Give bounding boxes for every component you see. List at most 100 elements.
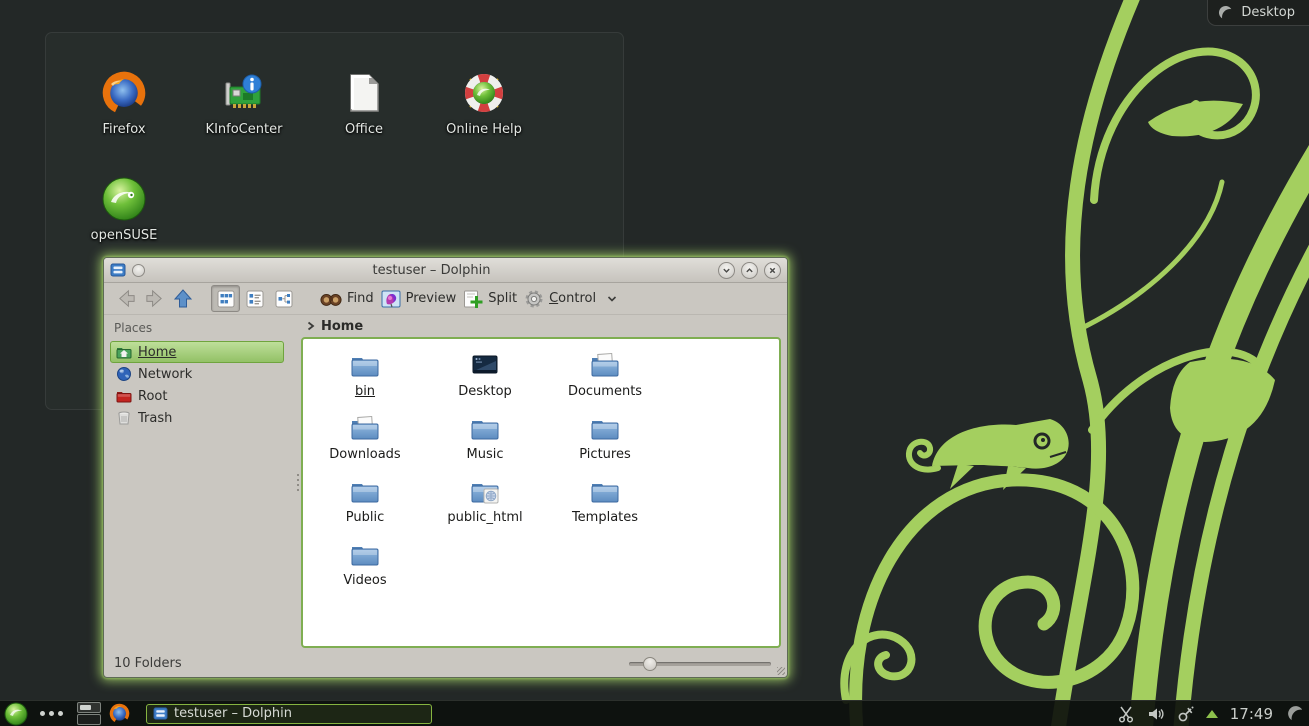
vine-mid-tendril <box>1078 182 1222 330</box>
firefox-launcher[interactable] <box>109 703 130 724</box>
folder-item-desktop[interactable]: Desktop <box>425 347 545 410</box>
desktop-icon-kinfocenter[interactable]: KInfoCenter <box>184 51 304 157</box>
place-item-network[interactable]: Network <box>110 363 284 385</box>
folder-view[interactable]: bin Desktop Documents Downloads Music Pi… <box>301 337 781 648</box>
window-menu-button[interactable] <box>132 264 145 277</box>
close-button[interactable] <box>764 262 781 279</box>
folder-icon <box>589 350 621 382</box>
zoom-slider[interactable] <box>629 657 771 671</box>
preview-label: Preview <box>406 291 457 306</box>
folder-icon <box>349 476 381 508</box>
places-list: Home Network Root Trash <box>108 341 294 429</box>
minimize-button[interactable] <box>718 262 735 279</box>
kickoff-launcher-button[interactable] <box>4 702 28 726</box>
task-label: testuser – Dolphin <box>174 706 292 721</box>
split-button[interactable]: Split <box>463 289 517 309</box>
back-button[interactable] <box>116 288 137 309</box>
desktop-icon-label: openSUSE <box>91 228 158 243</box>
up-button[interactable] <box>172 288 194 310</box>
desktop-icon-online-help[interactable]: Online Help <box>424 51 544 157</box>
split-icon <box>463 289 483 309</box>
pager-desktop-1[interactable] <box>77 702 101 713</box>
place-label: Network <box>138 367 192 382</box>
binoculars-icon <box>320 290 342 308</box>
resize-grip[interactable] <box>777 667 785 675</box>
desktop-icon-opensuse[interactable]: openSUSE <box>64 157 184 263</box>
folder-item-music[interactable]: Music <box>425 410 545 473</box>
dolphin-app-icon <box>110 262 126 278</box>
pager-desktop-2[interactable] <box>77 714 101 725</box>
folder-item-bin[interactable]: bin <box>305 347 425 410</box>
control-button[interactable]: Control <box>524 289 596 309</box>
zoom-slider-handle[interactable] <box>643 657 657 671</box>
folder-icon <box>349 413 381 445</box>
breadcrumb-location[interactable]: Home <box>321 319 363 334</box>
folder-icon <box>349 350 381 382</box>
show-widgets-button[interactable] <box>40 711 63 716</box>
view-mode-group <box>211 285 298 312</box>
place-item-trash[interactable]: Trash <box>110 407 284 429</box>
folder-label: public_html <box>447 510 522 525</box>
app-icon <box>100 69 148 117</box>
folder-label: bin <box>355 384 375 399</box>
cashew-icon <box>1218 5 1233 20</box>
desktop-icon-label: KInfoCenter <box>206 122 283 137</box>
folder-item-public[interactable]: Public <box>305 473 425 536</box>
status-text: 10 Folders <box>114 656 629 671</box>
folder-label: Public <box>346 510 384 525</box>
volume-icon[interactable] <box>1146 704 1166 724</box>
control-label: Control <box>549 291 596 306</box>
forward-button[interactable] <box>144 288 165 309</box>
clipboard-scissors-icon[interactable] <box>1116 704 1136 724</box>
desktop-icon-office[interactable]: Office <box>304 51 424 157</box>
desktop-pager[interactable] <box>77 702 101 725</box>
icons-view-button[interactable] <box>211 285 240 312</box>
desktop-toolbox[interactable]: Desktop <box>1207 0 1309 26</box>
place-item-home[interactable]: Home <box>110 341 284 363</box>
details-view-button[interactable] <box>240 285 269 312</box>
place-label: Home <box>138 345 176 360</box>
app-icon <box>460 69 508 117</box>
preview-button[interactable]: Preview <box>381 289 457 309</box>
dolphin-window: testuser – Dolphin <box>103 257 788 678</box>
place-label: Trash <box>138 411 172 426</box>
main-toolbar: Find Preview Split Control <box>104 283 787 315</box>
taskbar-task-dolphin[interactable]: testuser – Dolphin <box>146 704 432 724</box>
gear-icon <box>524 289 544 309</box>
splitter-grip <box>297 474 299 492</box>
folder-item-public-html[interactable]: public_html <box>425 473 545 536</box>
folder-label: Downloads <box>329 447 400 462</box>
folder-label: Desktop <box>458 384 512 399</box>
titlebar[interactable]: testuser – Dolphin <box>104 258 787 283</box>
folder-label: Music <box>467 447 504 462</box>
desktop-icon-label: Firefox <box>102 122 145 137</box>
panel-cashew-icon[interactable] <box>1285 704 1305 724</box>
folder-label: Templates <box>572 510 638 525</box>
folder-grid: bin Desktop Documents Downloads Music Pi… <box>303 339 779 599</box>
panel-splitter[interactable] <box>294 315 301 650</box>
folder-icon <box>349 539 381 571</box>
desktop-toolbox-label: Desktop <box>1241 5 1295 20</box>
desktop-icon-firefox[interactable]: Firefox <box>64 51 184 157</box>
folder-icon <box>469 413 501 445</box>
status-bar: 10 Folders <box>104 650 787 677</box>
window-title: testuser – Dolphin <box>151 263 712 278</box>
place-item-root[interactable]: Root <box>110 385 284 407</box>
folder-label: Videos <box>343 573 386 588</box>
chevron-down-icon[interactable] <box>607 295 617 303</box>
folder-item-videos[interactable]: Videos <box>305 536 425 599</box>
tray-expand-arrow[interactable] <box>1206 710 1218 718</box>
clock[interactable]: 17:49 <box>1230 705 1273 723</box>
find-button[interactable]: Find <box>320 290 374 308</box>
columns-view-button[interactable] <box>269 285 298 312</box>
folder-item-documents[interactable]: Documents <box>545 347 665 410</box>
folder-item-templates[interactable]: Templates <box>545 473 665 536</box>
folder-item-pictures[interactable]: Pictures <box>545 410 665 473</box>
folder-item-downloads[interactable]: Downloads <box>305 410 425 473</box>
split-label: Split <box>488 291 517 306</box>
breadcrumb[interactable]: Home <box>301 315 783 337</box>
maximize-button[interactable] <box>741 262 758 279</box>
app-icon <box>340 69 388 117</box>
taskbar: testuser – Dolphin 17:49 <box>0 700 1309 726</box>
device-notifier-icon[interactable] <box>1176 704 1196 724</box>
